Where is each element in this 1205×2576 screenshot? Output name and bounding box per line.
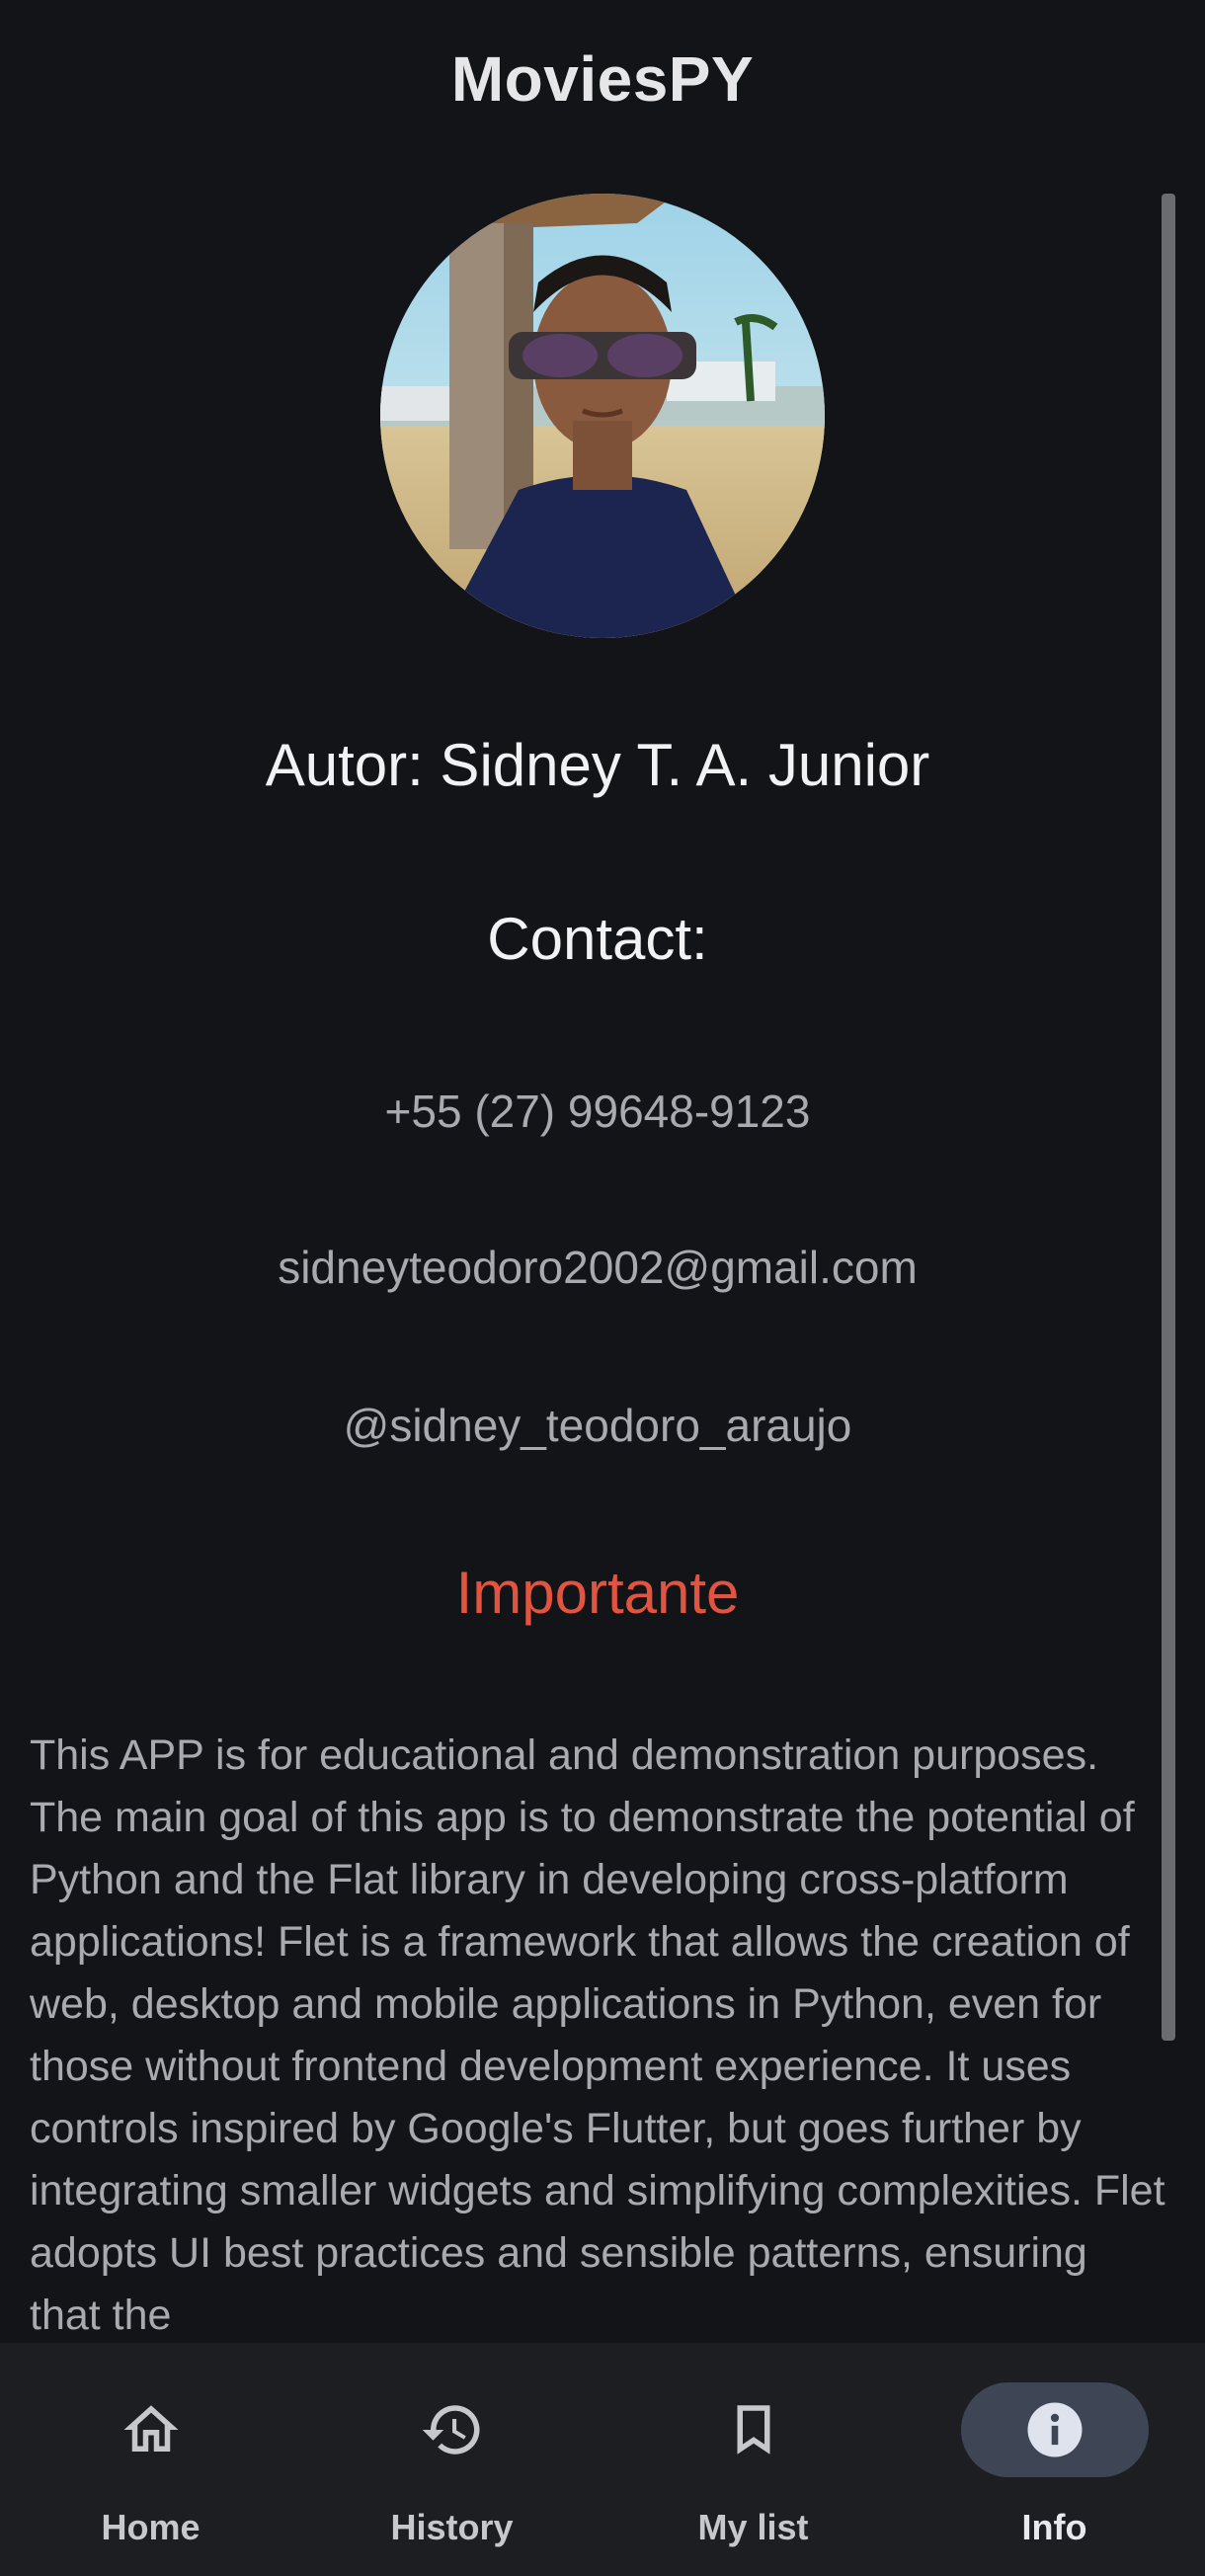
nav-pill-info	[960, 2382, 1149, 2477]
nav-pill-home	[57, 2382, 245, 2477]
bottom-navigation-bar: Home History My list Info	[0, 2343, 1205, 2576]
author-name: Autor: Sidney T. A. Junior	[265, 732, 930, 798]
info-icon	[1027, 2402, 1082, 2457]
nav-pill-my-list	[660, 2382, 847, 2477]
contact-social-handle: @sidney_teodoro_araujo	[343, 1400, 852, 1451]
info-scroll-view[interactable]: Autor: Sidney T. A. Junior Contact: +55 …	[0, 158, 1205, 2343]
important-heading: Importante	[455, 1560, 740, 1626]
contact-phone: +55 (27) 99648-9123	[384, 1086, 811, 1137]
contact-email: sidneyteodoro2002@gmail.com	[278, 1242, 918, 1293]
history-icon	[422, 2405, 480, 2455]
nav-item-info[interactable]: Info	[904, 2343, 1205, 2576]
nav-label-info: Info	[1021, 2507, 1087, 2547]
scrollbar[interactable]	[1162, 194, 1175, 2041]
nav-pill-history	[359, 2382, 546, 2477]
app-description: This APP is for educational and demonstr…	[30, 1731, 1165, 2339]
contact-heading: Contact:	[487, 906, 708, 972]
app-root: MoviesPY Autor: Sidney T. A. Junior Cont…	[0, 0, 1205, 2576]
nav-label-home: Home	[101, 2507, 201, 2547]
author-avatar	[380, 194, 825, 638]
bookmark-icon	[737, 2405, 769, 2455]
nav-label-history: History	[390, 2507, 514, 2547]
nav-item-home[interactable]: Home	[0, 2343, 301, 2576]
scrollbar-thumb[interactable]	[1162, 194, 1175, 2041]
app-title: MoviesPY	[450, 43, 755, 115]
home-icon	[123, 2405, 178, 2452]
nav-label-my-list: My list	[697, 2507, 809, 2547]
nav-item-history[interactable]: History	[301, 2343, 602, 2576]
nav-item-my-list[interactable]: My list	[602, 2343, 904, 2576]
app-bar: MoviesPY	[0, 0, 1205, 158]
